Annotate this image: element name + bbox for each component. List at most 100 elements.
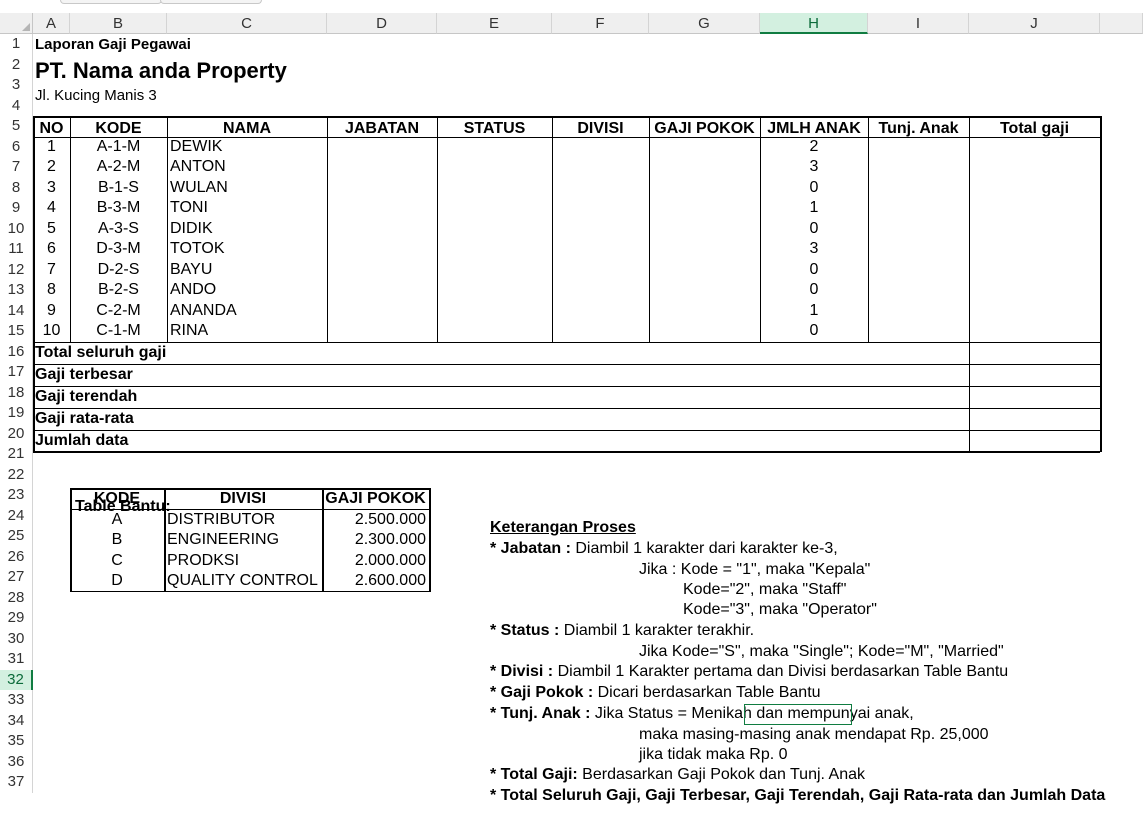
bantu-gaji-pokok[interactable]: 2.500.000 [322,511,426,529]
bantu-kode[interactable]: D [70,572,164,590]
row-header-10[interactable]: 10 [0,218,33,239]
row-kode[interactable]: B-3-M [70,199,167,217]
column-header-c[interactable]: C [167,13,327,34]
row-kode[interactable]: B-1-S [70,179,167,197]
row-jmlh-anak[interactable]: 1 [760,199,868,217]
column-header-b[interactable]: B [70,13,167,34]
row-no[interactable]: 9 [33,302,70,320]
total-gaji-note[interactable]: * Total Gaji: Berdasarkan Gaji Pokok dan… [490,766,865,784]
status-rule[interactable]: Jika Kode="S", maka "Single"; Kode="M", … [639,643,1004,661]
column-title[interactable]: GAJI POKOK [649,120,760,138]
row-no[interactable]: 6 [33,240,70,258]
bantu-kode[interactable]: A [70,511,164,529]
bantu-gaji-pokok[interactable]: 2.000.000 [322,552,426,570]
tab-stub[interactable] [60,0,162,4]
row-header-24[interactable]: 24 [0,505,33,526]
bantu-column-title[interactable]: DIVISI [164,490,322,508]
row-header-15[interactable]: 15 [0,321,33,342]
row-header-13[interactable]: 13 [0,280,33,301]
company-name[interactable]: PT. Nama anda Property [35,59,287,83]
bantu-divisi[interactable]: DISTRIBUTOR [167,511,275,529]
divisi-note[interactable]: * Divisi : Diambil 1 Karakter pertama da… [490,663,1008,681]
row-header-18[interactable]: 18 [0,382,33,403]
row-header-2[interactable]: 2 [0,54,33,75]
row-kode[interactable]: C-1-M [70,322,167,340]
row-kode[interactable]: C-2-M [70,302,167,320]
row-no[interactable]: 4 [33,199,70,217]
row-kode[interactable]: A-3-S [70,220,167,238]
column-title[interactable]: Tunj. Anak [868,120,969,138]
row-nama[interactable]: DIDIK [170,220,213,238]
row-no[interactable]: 2 [33,158,70,176]
row-no[interactable]: 3 [33,179,70,197]
summary-label[interactable]: Gaji terendah [35,388,137,406]
row-header-17[interactable]: 17 [0,362,33,383]
bantu-kode[interactable]: B [70,531,164,549]
column-title[interactable]: NO [33,120,70,138]
jabatan-rule-2[interactable]: Kode="2", maka "Staff" [683,581,846,599]
tab-stub[interactable] [160,0,262,4]
jabatan-note[interactable]: * Jabatan : Diambil 1 karakter dari kara… [490,540,838,558]
row-nama[interactable]: TOTOK [170,240,225,258]
column-header-g[interactable]: G [649,13,760,34]
row-jmlh-anak[interactable]: 1 [760,302,868,320]
row-header-23[interactable]: 23 [0,485,33,506]
summary-label[interactable]: Total seluruh gaji [35,344,166,362]
row-nama[interactable]: RINA [170,322,208,340]
column-header-j[interactable]: J [969,13,1100,34]
row-header-29[interactable]: 29 [0,608,33,629]
row-header-11[interactable]: 11 [0,239,33,260]
column-header-blank[interactable] [1100,13,1143,34]
bantu-column-title[interactable]: GAJI POKOK [322,490,429,508]
row-jmlh-anak[interactable]: 0 [760,220,868,238]
row-header-30[interactable]: 30 [0,628,33,649]
row-header-34[interactable]: 34 [0,710,33,731]
row-header-6[interactable]: 6 [0,136,33,157]
jabatan-rule-1[interactable]: Jika : Kode = "1", maka "Kepala" [639,561,870,579]
bantu-column-title[interactable]: KODE [70,490,164,508]
bantu-divisi[interactable]: PRODKSI [167,552,239,570]
row-no[interactable]: 1 [33,138,70,156]
row-header-4[interactable]: 4 [0,95,33,116]
row-header-31[interactable]: 31 [0,649,33,670]
row-header-21[interactable]: 21 [0,444,33,465]
column-title[interactable]: Total gaji [969,120,1100,138]
summary-label[interactable]: Gaji terbesar [35,366,133,384]
row-nama[interactable]: BAYU [170,261,212,279]
row-jmlh-anak[interactable]: 3 [760,158,868,176]
row-header-27[interactable]: 27 [0,567,33,588]
row-no[interactable]: 10 [33,322,70,340]
row-header-5[interactable]: 5 [0,116,33,137]
summary-label[interactable]: Gaji rata-rata [35,410,134,428]
column-header-i[interactable]: I [868,13,969,34]
row-header-7[interactable]: 7 [0,157,33,178]
summary-label[interactable]: Jumlah data [35,432,128,450]
column-title[interactable]: NAMA [167,120,327,138]
row-no[interactable]: 7 [33,261,70,279]
active-cell-cursor[interactable] [744,704,852,725]
tunj-anak-rule-2[interactable]: jika tidak maka Rp. 0 [639,746,788,764]
row-jmlh-anak[interactable]: 0 [760,179,868,197]
company-address[interactable]: Jl. Kucing Manis 3 [35,87,157,105]
row-header-26[interactable]: 26 [0,546,33,567]
row-header-36[interactable]: 36 [0,751,33,772]
row-header-12[interactable]: 12 [0,259,33,280]
row-kode[interactable]: B-2-S [70,281,167,299]
row-header-9[interactable]: 9 [0,198,33,219]
row-header-25[interactable]: 25 [0,526,33,547]
column-header-e[interactable]: E [437,13,552,34]
row-jmlh-anak[interactable]: 0 [760,261,868,279]
column-header-f[interactable]: F [552,13,649,34]
row-header-3[interactable]: 3 [0,75,33,96]
bantu-gaji-pokok[interactable]: 2.300.000 [322,531,426,549]
row-jmlh-anak[interactable]: 3 [760,240,868,258]
row-nama[interactable]: ANDO [170,281,216,299]
row-no[interactable]: 8 [33,281,70,299]
row-header-1[interactable]: 1 [0,34,33,55]
column-header-a[interactable]: A [33,13,70,34]
column-title[interactable]: KODE [70,120,167,138]
row-header-33[interactable]: 33 [0,690,33,711]
column-title[interactable]: DIVISI [552,120,649,138]
row-nama[interactable]: ANTON [170,158,226,176]
spreadsheet-grid[interactable]: ABCDEFGHIJ 1 2 3 4 5 6 7 8 9 10 11 12 13 14 15 16 17 18 19… [0,0,1143,817]
